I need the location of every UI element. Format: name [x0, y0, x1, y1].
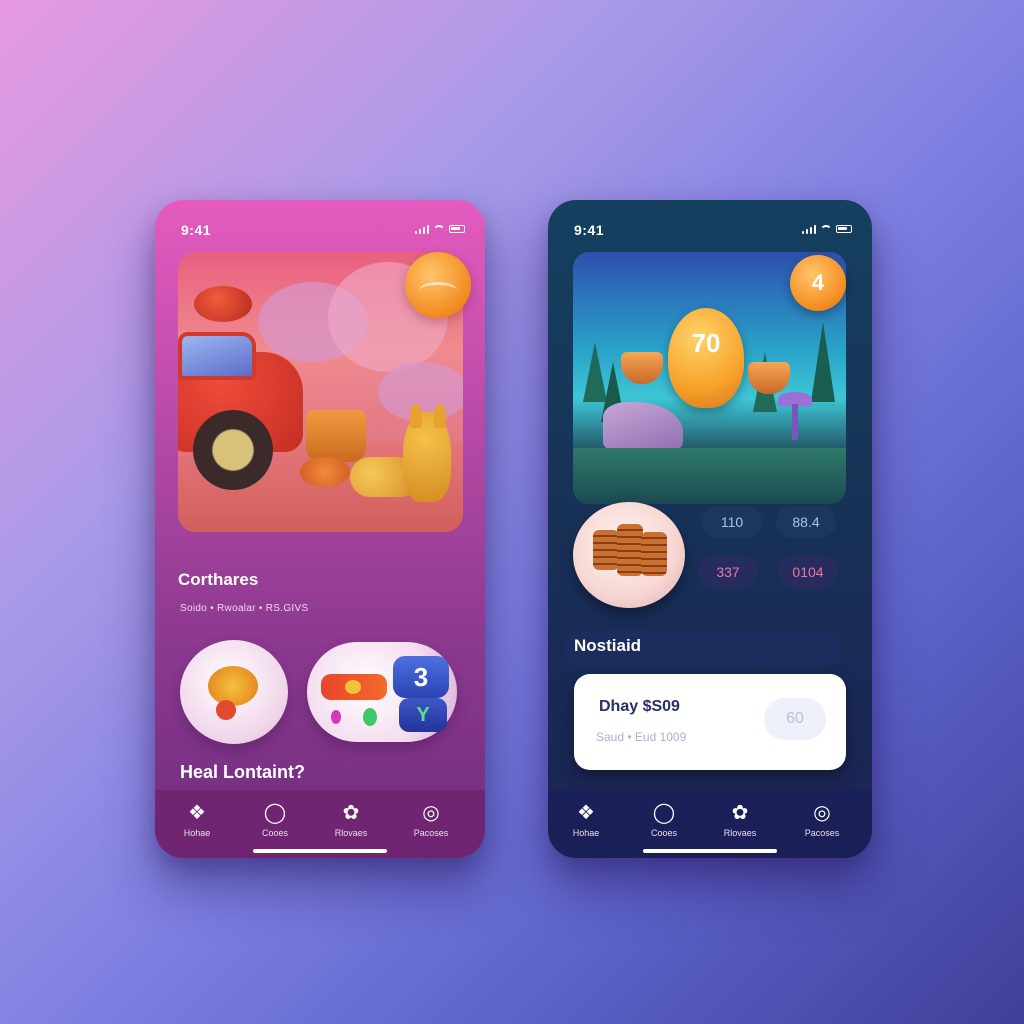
wifi-icon [820, 225, 832, 233]
profile-icon: ◎ [422, 802, 440, 824]
home-icon: ❖ [188, 802, 206, 824]
pot-icon [306, 410, 366, 462]
home-indicator[interactable] [643, 849, 777, 853]
card-action-button[interactable]: 60 [764, 698, 826, 740]
coins-tile[interactable] [573, 502, 685, 608]
status-icons [415, 224, 465, 234]
phone-left: 9:41 Corthares Soido • Rwoalar • RS.GIVS… [155, 200, 485, 858]
section-title: Nostiaid [574, 636, 642, 655]
status-time: 9:41 [574, 222, 605, 238]
bottom-nav: ❖ Hohae ◯ Cooes ✿ Rlovaes ◎ Pacoses [548, 790, 872, 858]
nav-item-games[interactable]: ◯ Cooes [634, 800, 694, 838]
nav-item-profile[interactable]: ◎ Pacoses [792, 800, 852, 838]
level-number-badge: 3 [393, 656, 449, 698]
offer-card[interactable]: Dhay $S09 Saud • Eud 1009 60 [574, 674, 846, 770]
nav-item-home[interactable]: ❖ Hohae [167, 800, 227, 838]
section-subtitle: Soido • Rwoalar • RS.GIVS [180, 603, 309, 614]
game-tile-2[interactable]: 3 Y [307, 642, 457, 742]
jar-icon [621, 352, 663, 384]
phone-right: 9:41 70 4 110 88.4 337 0104 Nostiaid Dha… [548, 200, 872, 858]
stat-pill: 0104 [778, 556, 838, 588]
battery-icon [449, 225, 465, 233]
stat-pill: 110 [702, 506, 762, 538]
stat-pill: 337 [698, 556, 758, 588]
paw-icon: ✿ [731, 802, 749, 824]
nav-item-rewards[interactable]: ✿ Rlovaes [321, 800, 381, 838]
footer-title: Heal Lontaint? [180, 762, 305, 782]
jar-icon [748, 362, 790, 394]
card-title: Dhay $S09 [599, 698, 680, 715]
paw-icon: ✿ [342, 802, 360, 824]
rock-icon [603, 402, 683, 452]
status-time: 9:41 [181, 222, 212, 238]
home-indicator[interactable] [253, 849, 387, 853]
stat-pill: 88.4 [776, 506, 836, 538]
game-icon: ◯ [652, 802, 676, 824]
nav-item-profile[interactable]: ◎ Pacoses [401, 800, 461, 838]
wheel-icon [193, 410, 273, 490]
creature-icon [194, 286, 252, 322]
game-icon: ◯ [263, 802, 287, 824]
status-icons [802, 224, 852, 234]
nav-item-games[interactable]: ◯ Cooes [245, 800, 305, 838]
signal-icon [415, 224, 429, 234]
home-icon: ❖ [577, 802, 595, 824]
game-tile-1[interactable] [180, 640, 288, 744]
bottom-nav: ❖ Hohae ◯ Cooes ✿ Rlovaes ◎ Pacoses [155, 790, 485, 858]
nav-item-rewards[interactable]: ✿ Rlovaes [710, 800, 770, 838]
profile-icon: ◎ [813, 802, 831, 824]
wifi-icon [433, 225, 445, 233]
section-title: Corthares [178, 570, 259, 589]
battery-icon [836, 225, 852, 233]
coin-badge-icon[interactable] [405, 252, 471, 318]
signal-icon [802, 224, 816, 234]
card-subtitle: Saud • Eud 1009 [596, 730, 687, 744]
letter-badge: Y [399, 698, 447, 732]
coin-icon: 70 [668, 308, 744, 408]
level-badge[interactable]: 4 [790, 255, 846, 311]
nav-item-home[interactable]: ❖ Hohae [556, 800, 616, 838]
